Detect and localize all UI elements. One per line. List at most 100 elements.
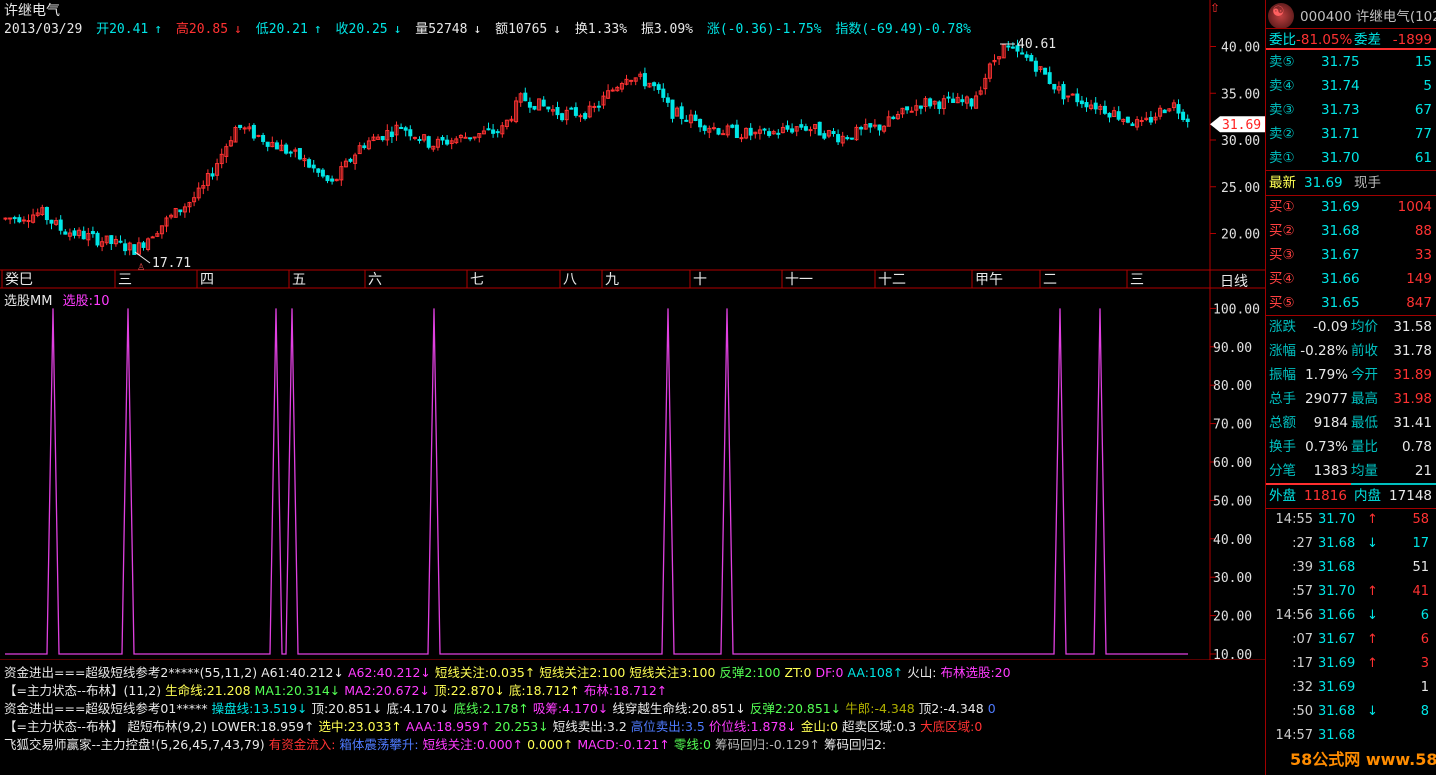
- candle-body: [408, 129, 413, 137]
- cell: 前收: [1351, 343, 1378, 359]
- candle-body: [486, 128, 491, 131]
- candle-body: [665, 97, 670, 103]
- cell: 21: [1414, 463, 1432, 479]
- formula-segment: 底:4.170↓: [386, 701, 450, 716]
- candle-body: [734, 124, 739, 139]
- cell: 最高: [1351, 391, 1378, 407]
- kline-chart[interactable]: ⇧ 40.00 35.00 30.00 25.00 20.00 31.69 癸巳 三 四 五 六 七 八 九…: [0, 0, 1265, 660]
- tick-row: :32 31.69 1: [1266, 676, 1436, 700]
- candle-body: [960, 99, 965, 103]
- formula-segment: 0.000↑: [527, 737, 574, 752]
- indicator-tick-label: 30.00: [1213, 571, 1252, 586]
- month-label: 二: [1043, 272, 1057, 288]
- ask-row: 卖⑤ 31.75 15: [1266, 50, 1436, 74]
- cell: 9184: [1313, 415, 1348, 431]
- candle-body: [426, 136, 431, 148]
- candle-body: [297, 148, 302, 160]
- candle-body: [1047, 72, 1052, 84]
- tick-row: :39 31.68 51: [1266, 556, 1436, 580]
- cell: :27: [1292, 536, 1313, 551]
- watermark: 58公式网 www.58gu.com: [1290, 746, 1436, 770]
- month-label: 癸巳: [5, 272, 33, 288]
- candle-body: [642, 73, 647, 87]
- tick-row: 14:56 31.66 ↓ 6: [1266, 604, 1436, 628]
- cell: ↑: [1367, 512, 1378, 527]
- cell: 41: [1412, 584, 1429, 599]
- candle-body: [684, 119, 689, 122]
- cell: 买⑤: [1269, 295, 1295, 311]
- cell: 31.89: [1393, 367, 1432, 383]
- cell: 卖⑤: [1269, 54, 1295, 70]
- candle-body: [1176, 104, 1181, 114]
- month-label: 十一: [785, 272, 813, 288]
- formula-segment: 资金进出===超级短线参考2*****(55,11,2): [4, 665, 258, 680]
- tick-row: :27 31.68 ↓ 17: [1266, 532, 1436, 556]
- candle-body: [90, 231, 95, 235]
- formula-segment: 价位线:1.878↓: [708, 719, 797, 734]
- formula-segment: 超卖区域:0.3: [842, 719, 917, 734]
- candle-body: [596, 105, 601, 108]
- cell: 振幅: [1269, 367, 1296, 383]
- indicator-tick-label: 50.00: [1213, 494, 1252, 509]
- candle-body: [573, 107, 578, 116]
- cell: 31.68: [1318, 728, 1356, 743]
- ask-row: 卖① 31.70 61: [1266, 146, 1436, 170]
- formula-segment: MACD:-0.121↑: [577, 737, 670, 752]
- cell: 31.69: [1321, 199, 1360, 215]
- cell: 3: [1420, 656, 1429, 671]
- cell: 77: [1414, 126, 1432, 142]
- formula-segment: 金山:0: [800, 719, 839, 734]
- cell: 卖①: [1269, 150, 1295, 166]
- candle-body: [629, 79, 634, 82]
- outer-inner-row: 外盘 11816 内盘 17148: [1269, 488, 1432, 504]
- candle-body: [716, 128, 721, 135]
- header-turnover: 换1.33%: [574, 22, 628, 37]
- candle-body: [937, 101, 942, 109]
- candle-body: [946, 96, 951, 99]
- candle-body: [412, 136, 417, 139]
- chart-stock-name: 许继电气: [4, 3, 60, 19]
- ask-row: 卖② 31.71 77: [1266, 122, 1436, 146]
- candle-body: [307, 159, 312, 168]
- cell: ↓: [1367, 608, 1378, 623]
- candle-body: [468, 137, 473, 140]
- tick-row: 14:57 31.68: [1266, 724, 1436, 748]
- low-flag-icon: ♙: [137, 263, 145, 273]
- cell: 88: [1414, 223, 1432, 239]
- candle-body: [1020, 52, 1025, 55]
- formula-segment: A61:40.212↓: [261, 665, 344, 680]
- cell: ↓: [1367, 536, 1378, 551]
- candle-body: [698, 118, 703, 128]
- candle-body: [859, 127, 864, 130]
- indicator-tick-label: 40.00: [1213, 533, 1252, 548]
- candle-body: [417, 138, 422, 141]
- cell: 31.41: [1393, 415, 1432, 431]
- formula-segment: MA1:20.314↓: [254, 683, 341, 698]
- candle-body: [150, 236, 155, 239]
- cell: 分笔: [1269, 463, 1296, 479]
- cell: :17: [1292, 656, 1313, 671]
- cell: 今开: [1351, 367, 1378, 383]
- stats-row: 总手 29077 最高 31.98: [1266, 387, 1436, 411]
- formula-segment: 大底区域:0: [920, 719, 983, 734]
- formula-segment: 箱体震荡攀升:: [339, 737, 419, 752]
- candle-body: [491, 129, 496, 134]
- quote-title-bar: ☯ 000400 许继电气(1027): [1266, 0, 1436, 29]
- month-label: 六: [368, 272, 382, 288]
- cell: 总手: [1269, 391, 1296, 407]
- candle-body: [748, 127, 753, 136]
- cell: 1004: [1397, 199, 1432, 215]
- formula-segment: 吸筹:4.170↓: [532, 701, 609, 716]
- cell: 买①: [1269, 199, 1295, 215]
- cell: -0.09: [1313, 319, 1348, 335]
- cell: 均价: [1351, 319, 1378, 335]
- cell: 31.67: [1321, 247, 1360, 263]
- candle-body: [822, 133, 827, 139]
- month-label: 三: [1130, 272, 1144, 288]
- indicator-tick-label: 60.00: [1213, 456, 1252, 471]
- candle-body: [808, 129, 813, 132]
- stats-row: 分笔 1383 均量 21: [1266, 459, 1436, 483]
- month-label: 三: [118, 272, 132, 288]
- cell: 17: [1412, 536, 1429, 551]
- cell: 31.65: [1321, 295, 1360, 311]
